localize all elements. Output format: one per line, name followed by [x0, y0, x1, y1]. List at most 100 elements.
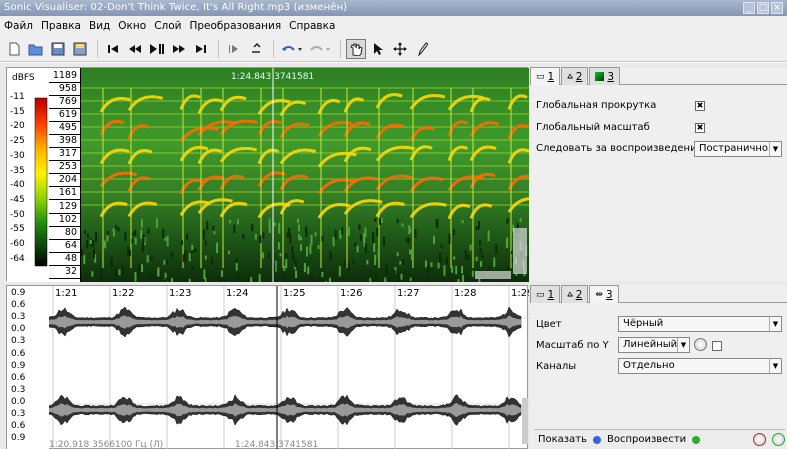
- waveform-pane[interactable]: 0.9 0.6 0.3 0.0 0.3 0.6 0.9 0.6 0.3 0.0 0.3 0.6 0.9 …: [6, 285, 529, 449]
- frequency-tick-label: 204: [58, 174, 77, 186]
- gain-dial[interactable]: [694, 338, 707, 351]
- dbfs-tick-label: -25: [10, 136, 25, 147]
- tab-pane-1[interactable]: ▭ 1: [530, 285, 561, 303]
- playback-gain-dial[interactable]: [753, 433, 766, 446]
- amplitude-tick-label: 0.0: [11, 324, 26, 335]
- tab-label: 1: [547, 288, 555, 301]
- save-icon[interactable]: [48, 39, 68, 59]
- tab-label: 3: [607, 70, 615, 83]
- time-tick-label: 1:25: [283, 288, 306, 299]
- frequency-tick-label: 64: [64, 239, 77, 251]
- waveform-image: [49, 286, 529, 449]
- dbfs-tick-label: -15: [10, 106, 25, 117]
- minimize-button[interactable]: _: [743, 2, 755, 14]
- frequency-tick-label: 32: [64, 265, 77, 277]
- time-tick-label: 1:28: [454, 288, 477, 299]
- title-bar: Sonic Visualiser: 02-Don't Think Twice, …: [0, 0, 787, 16]
- menu-help[interactable]: Справка: [289, 20, 335, 32]
- amplitude-tick-label: 0.9: [11, 288, 26, 298]
- waveform-zoom-thumbwheel[interactable]: [522, 398, 528, 444]
- menu-transform[interactable]: Преобразования: [189, 20, 281, 32]
- menu-view[interactable]: Вид: [89, 20, 110, 32]
- waveform-bottom-mid-readout: 1:24.843 3741581: [235, 440, 319, 449]
- amplitude-tick-label: 0.3: [11, 409, 26, 419]
- close-button[interactable]: ×: [771, 2, 783, 14]
- main-area: dBFS -11 -15 -20 -25 -30 -35 -40 -45 -50 -55 -60 -6…: [0, 63, 787, 449]
- global-scroll-checkbox[interactable]: ✖: [695, 101, 705, 111]
- tab-layer-3[interactable]: 3: [589, 67, 621, 85]
- pane-icon: ▭: [536, 289, 545, 300]
- waveform-layer-icon: ⩠: [567, 71, 573, 82]
- spectrogram-pane[interactable]: dBFS -11 -15 -20 -25 -30 -35 -40 -45 -50 -55 -60 -6…: [6, 67, 529, 282]
- new-icon[interactable]: [4, 39, 24, 59]
- redo-icon[interactable]: [307, 39, 333, 59]
- tab-layer-3[interactable]: ⇹ 3: [589, 285, 619, 303]
- tab-pane-1[interactable]: ▭ 1: [530, 67, 561, 85]
- menu-file[interactable]: Файл: [4, 20, 33, 32]
- time-tick-label: 1:29: [511, 288, 529, 299]
- spectrogram-image: [81, 68, 529, 282]
- vertical-zoom-thumbwheel[interactable]: [513, 228, 527, 274]
- rewind-icon[interactable]: [125, 39, 145, 59]
- waveform-layer-icon: ⩠: [567, 289, 573, 300]
- menu-layer[interactable]: Слой: [154, 20, 181, 32]
- amplitude-tick-label: 0.3: [11, 336, 26, 347]
- chevron-down-icon: ▼: [769, 142, 781, 156]
- tab-label: 1: [547, 70, 555, 83]
- dbfs-tick-label: -40: [10, 180, 25, 191]
- dbfs-tick-label: -64: [10, 253, 25, 264]
- fast-forward-icon[interactable]: [169, 39, 189, 59]
- frequency-tick-label: 129: [58, 200, 77, 212]
- dbfs-tick-label: -30: [10, 150, 25, 161]
- yscale-checkbox[interactable]: [712, 341, 722, 351]
- channels-select[interactable]: Отдельно ▼: [618, 358, 782, 374]
- save-as-icon[interactable]: [70, 39, 90, 59]
- waveform-canvas[interactable]: 1:21 1:22 1:23 1:24 1:25 1:26 1:27 1:28 1:29 1:2…: [49, 286, 529, 449]
- navigate-icon[interactable]: [346, 38, 366, 59]
- dbfs-unit-label: dBFS: [12, 73, 35, 83]
- global-zoom-row: Глобальный масштаб: [536, 122, 650, 133]
- move-icon[interactable]: [390, 39, 410, 59]
- play-toggle-icon[interactable]: [692, 435, 701, 444]
- select-icon[interactable]: [368, 39, 388, 59]
- spectrogram-canvas[interactable]: 1:24.843 3741581: [81, 68, 529, 282]
- global-zoom-checkbox[interactable]: ✖: [695, 123, 705, 133]
- tab-layer-2[interactable]: ⩠ 2: [561, 285, 589, 303]
- show-toggle-icon[interactable]: [592, 435, 601, 444]
- toolbar-separator: [97, 39, 98, 58]
- frequency-tick-label: 161: [58, 187, 77, 199]
- chevron-down-icon: ▼: [769, 359, 781, 373]
- follow-playback-select[interactable]: Постранично ▼: [694, 141, 782, 157]
- tab-label: 2: [575, 70, 583, 83]
- frequency-tick-label: 80: [64, 226, 77, 238]
- menu-window[interactable]: Окно: [118, 20, 146, 32]
- frequency-tick-label: 317: [58, 148, 77, 160]
- frequency-tick-label: 253: [58, 161, 77, 173]
- toolbar-separator: [340, 39, 341, 58]
- pane-icon: ▭: [536, 71, 545, 82]
- property-panel-top: ▭ 1 ⩠ 2 3 Глобальная прокрутка ✖ Глобаль…: [530, 67, 787, 281]
- open-icon[interactable]: [26, 39, 46, 59]
- yscale-select[interactable]: Линейный ▼: [618, 337, 690, 353]
- playback-pan-dial[interactable]: [772, 433, 785, 446]
- menu-bar: Файл Правка Вид Окно Слой Преобразования…: [0, 16, 787, 36]
- maximize-button[interactable]: □: [757, 2, 769, 14]
- loop-icon[interactable]: [246, 39, 266, 59]
- chevron-down-icon: ▼: [677, 338, 689, 352]
- color-select[interactable]: Чёрный ▼: [618, 316, 782, 332]
- play-selection-icon[interactable]: [224, 39, 244, 59]
- play-pause-icon[interactable]: [147, 39, 167, 59]
- color-value: Чёрный: [623, 318, 664, 329]
- play-label: Воспроизвести: [606, 434, 687, 445]
- color-label: Цвет: [536, 319, 562, 330]
- menu-edit[interactable]: Правка: [41, 20, 81, 32]
- rewind-start-icon[interactable]: [103, 39, 123, 59]
- horizontal-zoom-thumbwheel[interactable]: [475, 271, 511, 279]
- tab-layer-2[interactable]: ⩠ 2: [561, 67, 589, 85]
- amplitude-tick-label: 0.0: [11, 396, 26, 407]
- ffwd-end-icon[interactable]: [191, 39, 211, 59]
- draw-icon[interactable]: [412, 39, 432, 59]
- window-title: Sonic Visualiser: 02-Don't Think Twice, …: [4, 2, 348, 13]
- undo-icon[interactable]: [279, 39, 305, 59]
- toolbar: [0, 36, 787, 62]
